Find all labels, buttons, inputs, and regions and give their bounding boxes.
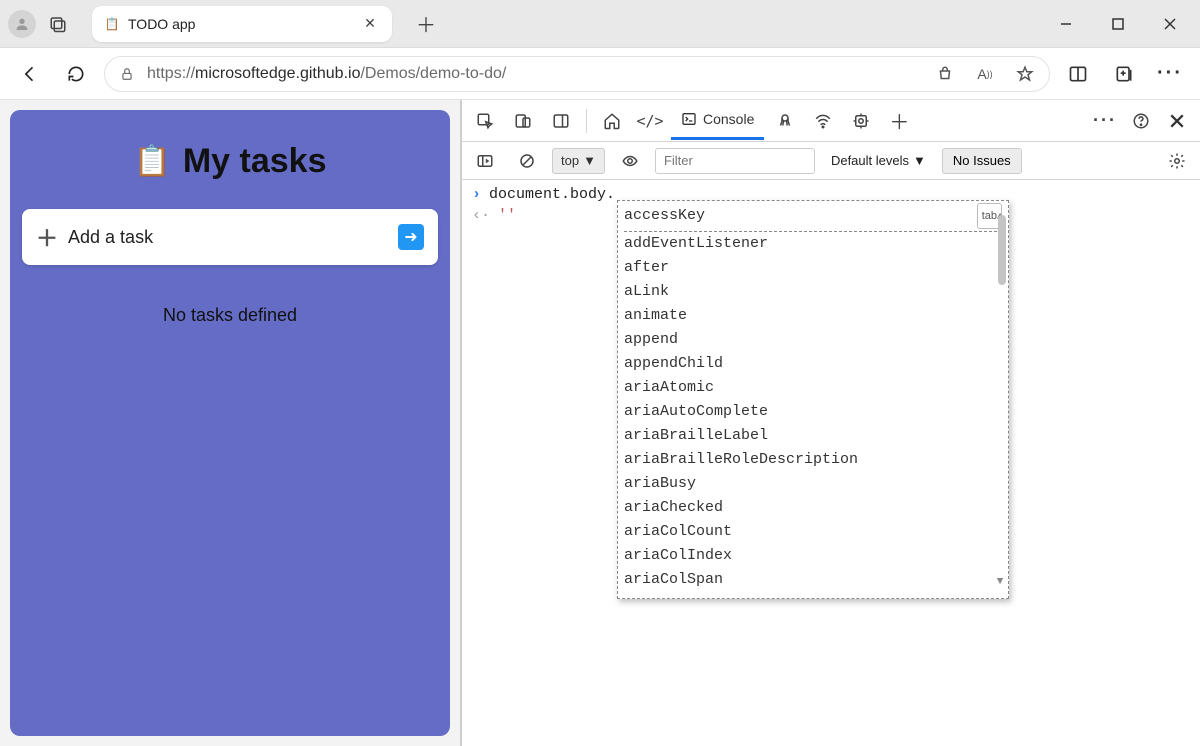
plus-icon: ＋: [36, 221, 58, 253]
favorite-icon[interactable]: [1013, 62, 1037, 86]
autocomplete-item[interactable]: appendChild: [624, 352, 1002, 376]
autocomplete-item[interactable]: ariaAtomic: [624, 376, 1002, 400]
autocomplete-item[interactable]: ariaBrailleRoleDescription: [624, 448, 1002, 472]
back-button[interactable]: [12, 56, 48, 92]
autocomplete-item[interactable]: ariaColSpan: [624, 568, 1002, 592]
lock-icon: [117, 66, 137, 82]
chevron-down-icon: ▼: [913, 153, 926, 168]
clipboard-icon: 📋: [134, 144, 171, 179]
close-icon[interactable]: ✕: [358, 12, 382, 36]
console-toolbar: top ▼ Default levels ▼ No Issues: [462, 142, 1200, 180]
autocomplete-item[interactable]: ariaBrailleLabel: [624, 424, 1002, 448]
inspect-element-icon[interactable]: [468, 104, 502, 138]
shopping-icon[interactable]: [933, 62, 957, 86]
profile-avatar[interactable]: [8, 10, 36, 38]
chevron-right-icon: ›: [472, 186, 481, 203]
dock-side-icon[interactable]: [544, 104, 578, 138]
add-tab-icon[interactable]: ＋: [882, 104, 916, 138]
scroll-down-icon[interactable]: ▼: [997, 570, 1004, 594]
welcome-tab-icon[interactable]: [595, 104, 629, 138]
device-emulation-icon[interactable]: [506, 104, 540, 138]
address-bar[interactable]: https://microsoftedge.github.io/Demos/de…: [104, 56, 1050, 92]
autocomplete-item[interactable]: animate: [624, 304, 1002, 328]
tab-title: TODO app: [128, 16, 350, 32]
autocomplete-item[interactable]: ariaColCount: [624, 520, 1002, 544]
issues-button[interactable]: No Issues: [942, 148, 1022, 174]
autocomplete-item[interactable]: aLink: [624, 280, 1002, 304]
browser-tab[interactable]: 📋 TODO app ✕: [92, 6, 392, 42]
toggle-sidebar-icon[interactable]: [468, 144, 502, 178]
context-selector[interactable]: top ▼: [552, 148, 605, 174]
live-expression-icon[interactable]: [613, 144, 647, 178]
console-tab[interactable]: Console: [671, 102, 764, 140]
console-filter-input[interactable]: [655, 148, 815, 174]
autocomplete-item[interactable]: ariaAutoComplete: [624, 400, 1002, 424]
add-task-label: Add a task: [68, 227, 153, 248]
autocomplete-item[interactable]: ariaChecked: [624, 496, 1002, 520]
autocomplete-item[interactable]: accessKeytab: [624, 203, 1002, 232]
page-heading: My tasks: [183, 142, 327, 181]
browser-tabstrip: 📋 TODO app ✕ ＋: [0, 0, 1200, 48]
minimize-button[interactable]: [1052, 10, 1080, 38]
performance-tab-icon[interactable]: [844, 104, 878, 138]
close-devtools-button[interactable]: [1160, 104, 1194, 138]
chevron-down-icon: ▼: [583, 153, 596, 168]
console-output-text: '': [498, 207, 516, 224]
autocomplete-item[interactable]: ariaColIndex: [624, 544, 1002, 568]
page-viewport: 📋 My tasks ＋ Add a task ➜ No tasks defin…: [0, 100, 460, 746]
chevron-left-icon: ‹·: [472, 207, 490, 224]
url-text: https://microsoftedge.github.io/Demos/de…: [147, 65, 506, 83]
autocomplete-item[interactable]: after: [624, 256, 1002, 280]
devtools-panel: </> Console ＋ ···: [460, 100, 1200, 746]
devtools-tabbar: </> Console ＋ ···: [462, 100, 1200, 142]
scrollbar-thumb[interactable]: [998, 215, 1006, 285]
clipboard-icon: 📋: [104, 16, 120, 32]
devtools-more-icon[interactable]: ···: [1088, 104, 1122, 138]
autocomplete-item[interactable]: addEventListener: [624, 232, 1002, 256]
clear-console-icon[interactable]: [510, 144, 544, 178]
add-task-field[interactable]: ＋ Add a task ➜: [22, 209, 438, 265]
collections-icon[interactable]: [1106, 56, 1142, 92]
log-levels-selector[interactable]: Default levels ▼: [823, 153, 934, 168]
empty-state-text: No tasks defined: [22, 305, 438, 326]
console-body[interactable]: › document.body. ‹· '' accessKeytabaddEv…: [462, 180, 1200, 746]
autocomplete-item[interactable]: ariaBusy: [624, 472, 1002, 496]
maximize-button[interactable]: [1104, 10, 1132, 38]
elements-tab-icon[interactable]: </>: [633, 104, 667, 138]
read-aloud-icon[interactable]: A)): [973, 62, 997, 86]
network-tab-icon[interactable]: [806, 104, 840, 138]
console-settings-icon[interactable]: [1160, 144, 1194, 178]
new-tab-button[interactable]: ＋: [410, 8, 442, 40]
more-menu-icon[interactable]: ···: [1152, 56, 1188, 92]
refresh-button[interactable]: [58, 56, 94, 92]
sources-tab-icon[interactable]: [768, 104, 802, 138]
submit-task-button[interactable]: ➜: [398, 224, 424, 250]
autocomplete-item[interactable]: append: [624, 328, 1002, 352]
workspaces-icon[interactable]: [44, 10, 72, 38]
console-input-text: document.body.: [489, 186, 615, 203]
close-window-button[interactable]: [1156, 10, 1184, 38]
address-bar-row: https://microsoftedge.github.io/Demos/de…: [0, 48, 1200, 100]
autocomplete-popup[interactable]: accessKeytabaddEventListenerafteraLinkan…: [617, 200, 1009, 599]
split-screen-icon[interactable]: [1060, 56, 1096, 92]
help-icon[interactable]: [1124, 104, 1158, 138]
